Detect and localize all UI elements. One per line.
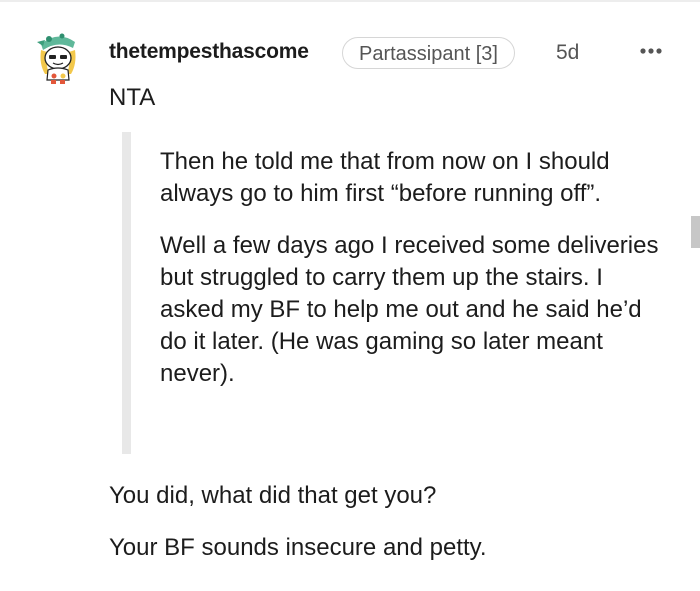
username[interactable]: thetempesthascome	[109, 40, 309, 64]
quote-paragraph: Well a few days ago I received some deli…	[160, 232, 659, 387]
ellipsis-icon	[640, 48, 662, 54]
quote-paragraph: Then he told me that from now on I shoul…	[160, 148, 610, 207]
blockquote: Then he told me that from now on I shoul…	[160, 146, 660, 390]
snoo-avatar-icon	[37, 33, 76, 84]
avatar[interactable]	[35, 30, 81, 84]
more-options-button[interactable]	[634, 38, 668, 64]
timestamp[interactable]: 5d	[556, 41, 579, 65]
blockquote-bar	[122, 132, 131, 454]
comment-paragraph: Your BF sounds insecure and petty.	[109, 534, 487, 561]
scrollbar-handle[interactable]	[691, 216, 700, 248]
user-flair: Partassipant [3]	[342, 37, 515, 69]
comment-paragraph: You did, what did that get you?	[109, 482, 437, 509]
comment-verdict: NTA	[109, 84, 156, 111]
top-divider	[0, 0, 700, 2]
